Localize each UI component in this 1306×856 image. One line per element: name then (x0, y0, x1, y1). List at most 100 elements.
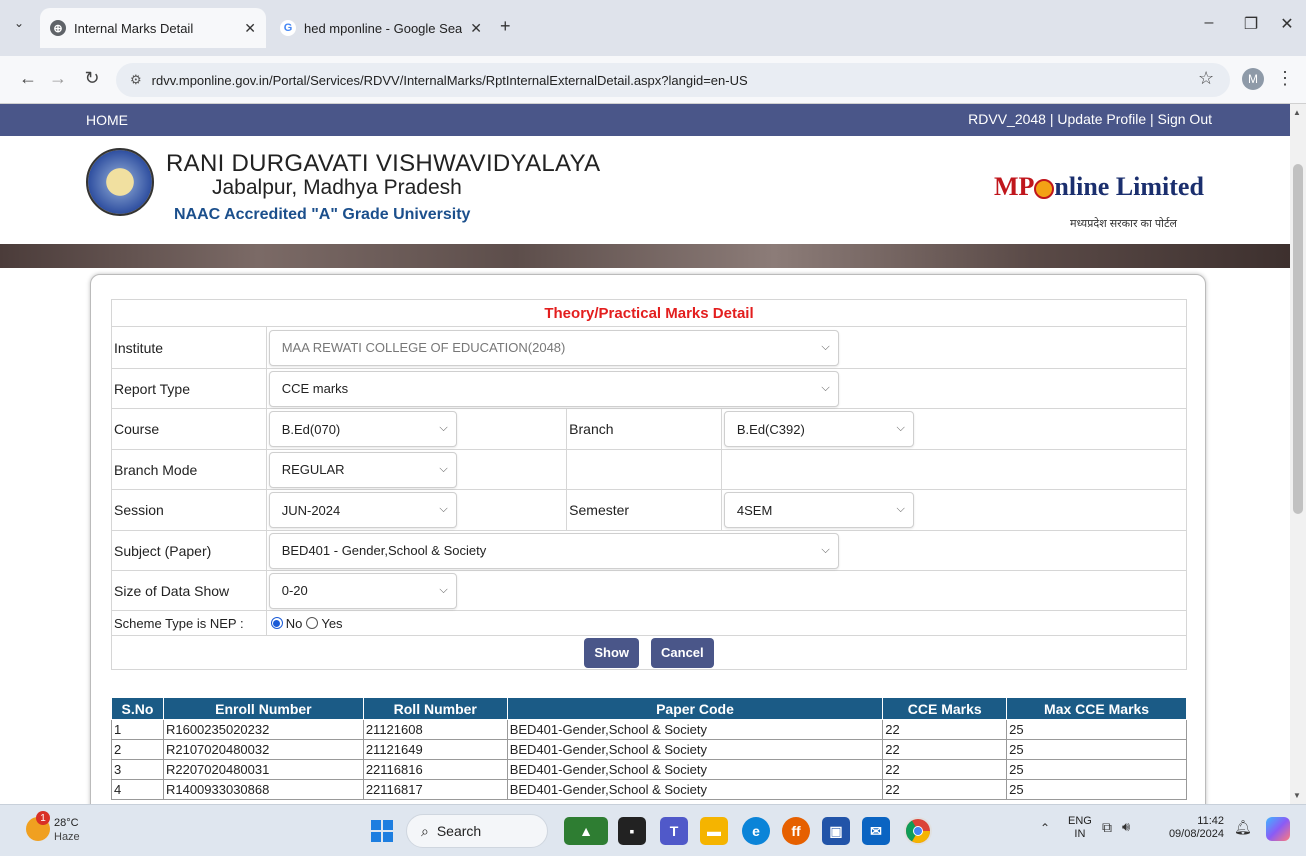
scroll-up-icon[interactable]: ▲ (1293, 108, 1301, 117)
volume-icon[interactable]: 🔊︎ (1122, 819, 1130, 835)
header-banner (0, 244, 1290, 268)
tab-google-search[interactable]: G hed mponline - Google Search ✕ (270, 8, 492, 48)
mail-icon[interactable]: ✉ (862, 817, 890, 845)
cell-cce: 22 (882, 779, 1008, 800)
marks-card: Theory/Practical Marks Detail Institute … (90, 274, 1206, 804)
scheme-yes-radio[interactable]: Yes (306, 616, 343, 631)
forward-icon[interactable]: → (46, 68, 70, 89)
firefox-icon[interactable]: ff (782, 817, 810, 845)
cancel-button[interactable]: Cancel (651, 637, 714, 668)
cell-paper: BED401-Gender,School & Society (506, 719, 884, 740)
google-icon: G (280, 20, 296, 36)
tab-list-chevron-icon[interactable]: ⌄ (14, 16, 24, 30)
course-label: Course (112, 409, 267, 449)
close-tab-icon[interactable]: ✕ (470, 20, 482, 37)
report-type-select[interactable]: CCE marks ⌵ (268, 370, 839, 407)
tray-chevron-up-icon[interactable]: ⌃ (1040, 821, 1050, 835)
clock[interactable]: 11:42 09/08/2024 (1166, 815, 1224, 841)
taskbar-search[interactable]: ⌕ Search (406, 814, 548, 848)
course-select[interactable]: B.Ed(070) ⌵ (268, 411, 457, 447)
home-link[interactable]: HOME (86, 112, 128, 128)
institute-label: Institute (112, 327, 267, 368)
chevron-down-icon: ⌵ (821, 340, 830, 353)
col-max-cce: Max CCE Marks (1006, 697, 1187, 720)
profile-avatar[interactable]: M (1242, 68, 1264, 90)
branch-select[interactable]: B.Ed(C392) ⌵ (723, 411, 914, 447)
session-select[interactable]: JUN-2024 ⌵ (268, 492, 457, 528)
close-window-icon[interactable]: ✕ (1272, 14, 1302, 34)
cell-cce: 22 (882, 739, 1008, 760)
cell-max-cce: 25 (1006, 759, 1187, 780)
file-explorer-icon[interactable]: ▬ (700, 817, 728, 845)
mponline-subtitle: मध्यप्रदेश सरकार का पोर्टल (1070, 218, 1177, 230)
site-info-icon[interactable]: ⚙ (130, 72, 142, 88)
cell-roll: 21121608 (362, 719, 508, 740)
network-icon[interactable]: ⧉ (1102, 819, 1112, 836)
page-scrollbar[interactable]: ▲ ▼ (1290, 104, 1306, 804)
branch-mode-label: Branch Mode (112, 450, 267, 489)
chevron-down-icon: ⌵ (439, 422, 448, 434)
windows-taskbar: 1 28°C Haze ⌕ Search ▲ ▪ T ▬ e ff ▣ ✉ ⌃ … (0, 804, 1306, 856)
cell-paper: BED401-Gender,School & Society (506, 759, 884, 780)
scroll-thumb[interactable] (1293, 164, 1303, 514)
new-tab-icon[interactable]: + (500, 16, 511, 37)
col-paper: Paper Code (506, 697, 884, 720)
widgets-icon[interactable]: ▲ (564, 817, 608, 845)
cell-sno: 4 (111, 779, 164, 800)
semester-select[interactable]: 4SEM ⌵ (723, 492, 914, 528)
session-label: Session (112, 490, 267, 530)
branch-mode-select[interactable]: REGULAR ⌵ (268, 451, 457, 488)
reload-icon[interactable]: ↻ (80, 68, 104, 89)
menu-dots-icon[interactable]: ⋮ (1276, 68, 1294, 89)
institute-select[interactable]: MAA REWATI COLLEGE OF EDUCATION(2048) ⌵ (268, 329, 839, 366)
results-table: S.No Enroll Number Roll Number Paper Cod… (111, 697, 1187, 800)
cell-max-cce: 25 (1006, 779, 1187, 800)
cell-roll: 21121649 (362, 739, 508, 760)
semester-label: Semester (567, 490, 722, 530)
table-row: 3 R2207020480031 22116816 BED401-Gender,… (111, 759, 1187, 780)
subject-select[interactable]: BED401 - Gender,School & Society ⌵ (268, 532, 839, 569)
minimize-icon[interactable]: – (1194, 14, 1224, 32)
bookmark-star-icon[interactable]: ☆ (1198, 68, 1214, 89)
scheme-row: Scheme Type is NEP : No Yes (111, 611, 1187, 636)
institute-row: Institute MAA REWATI COLLEGE OF EDUCATIO… (111, 327, 1187, 369)
restore-icon[interactable]: ❐ (1236, 14, 1266, 34)
edge-icon[interactable]: e (742, 817, 770, 845)
scheme-no-radio[interactable]: No (270, 616, 302, 631)
cell-sno: 1 (111, 719, 164, 740)
empty-cell (567, 450, 722, 489)
browser-tab-strip: ⌄ ⊕ Internal Marks Detail ✕ G hed mponli… (0, 0, 1306, 56)
notification-bell-icon[interactable]: 🔔︎ (1234, 819, 1252, 836)
web-page: HOME RDVV_2048 | Update Profile | Sign O… (0, 104, 1290, 804)
table-header-row: S.No Enroll Number Roll Number Paper Cod… (111, 697, 1187, 720)
back-icon[interactable]: ← (16, 68, 40, 89)
copilot-icon[interactable] (1266, 817, 1290, 841)
input-language[interactable]: ENG IN (1068, 815, 1092, 841)
session-row: Session JUN-2024 ⌵ Semester 4SEM ⌵ (111, 490, 1187, 531)
url-text: rdvv.mponline.gov.in/Portal/Services/RDV… (151, 72, 748, 88)
size-select[interactable]: 0-20 ⌵ (268, 572, 457, 609)
mponline-o-icon (1034, 179, 1055, 200)
search-icon: ⌕ (421, 822, 429, 839)
url-input[interactable]: ⚙ rdvv.mponline.gov.in/Portal/Services/R… (116, 63, 1230, 97)
show-button[interactable]: Show (584, 637, 640, 668)
scroll-down-icon[interactable]: ▼ (1293, 791, 1301, 800)
chevron-down-icon: ⌵ (439, 462, 448, 475)
cell-enroll: R1400933030868 (162, 779, 364, 800)
teams-icon[interactable]: T (660, 817, 688, 845)
university-grade: NAAC Accredited "A" Grade University (174, 206, 471, 223)
close-tab-icon[interactable]: ✕ (244, 20, 256, 37)
windows-start-icon[interactable] (368, 817, 396, 845)
chrome-icon[interactable] (904, 817, 932, 845)
table-row: 2 R2107020480032 21121649 BED401-Gender,… (111, 739, 1187, 760)
col-roll: Roll Number (362, 697, 508, 720)
site-header: RANI DURGAVATI VISHWAVIDYALAYA Jabalpur,… (0, 136, 1290, 244)
user-links[interactable]: RDVV_2048 | Update Profile | Sign Out (968, 111, 1212, 127)
store-icon[interactable]: ▣ (822, 817, 850, 845)
university-logo (86, 148, 154, 216)
cell-enroll: R2107020480032 (162, 739, 364, 760)
task-view-icon[interactable]: ▪ (618, 817, 646, 845)
weather-desc: Haze (54, 831, 80, 843)
chevron-down-icon: ⌵ (821, 543, 830, 556)
tab-internal-marks[interactable]: ⊕ Internal Marks Detail ✕ (40, 8, 266, 48)
